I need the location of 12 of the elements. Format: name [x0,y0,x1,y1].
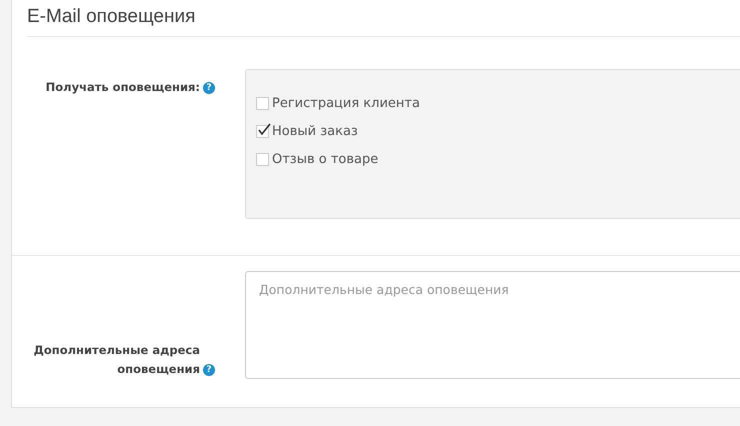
panel-title: E-Mail оповещения [27,6,196,27]
help-icon[interactable]: ? [203,82,215,94]
addresses-field[interactable]: Дополнительные адреса оповещения [245,271,740,379]
checkbox-label[interactable]: Отзыв о товаре [272,152,378,166]
checkbox[interactable] [256,124,269,138]
checkbox[interactable] [256,96,269,110]
field-label: Дополнительные адреса оповещения [32,342,200,378]
checkbox-label[interactable]: Регистрация клиента [272,96,420,110]
checkbox[interactable] [256,152,269,166]
field-label: Получать оповещения: [46,80,200,94]
help-icon[interactable]: ? [203,364,215,376]
checkbox-label[interactable]: Новый заказ [272,124,358,138]
